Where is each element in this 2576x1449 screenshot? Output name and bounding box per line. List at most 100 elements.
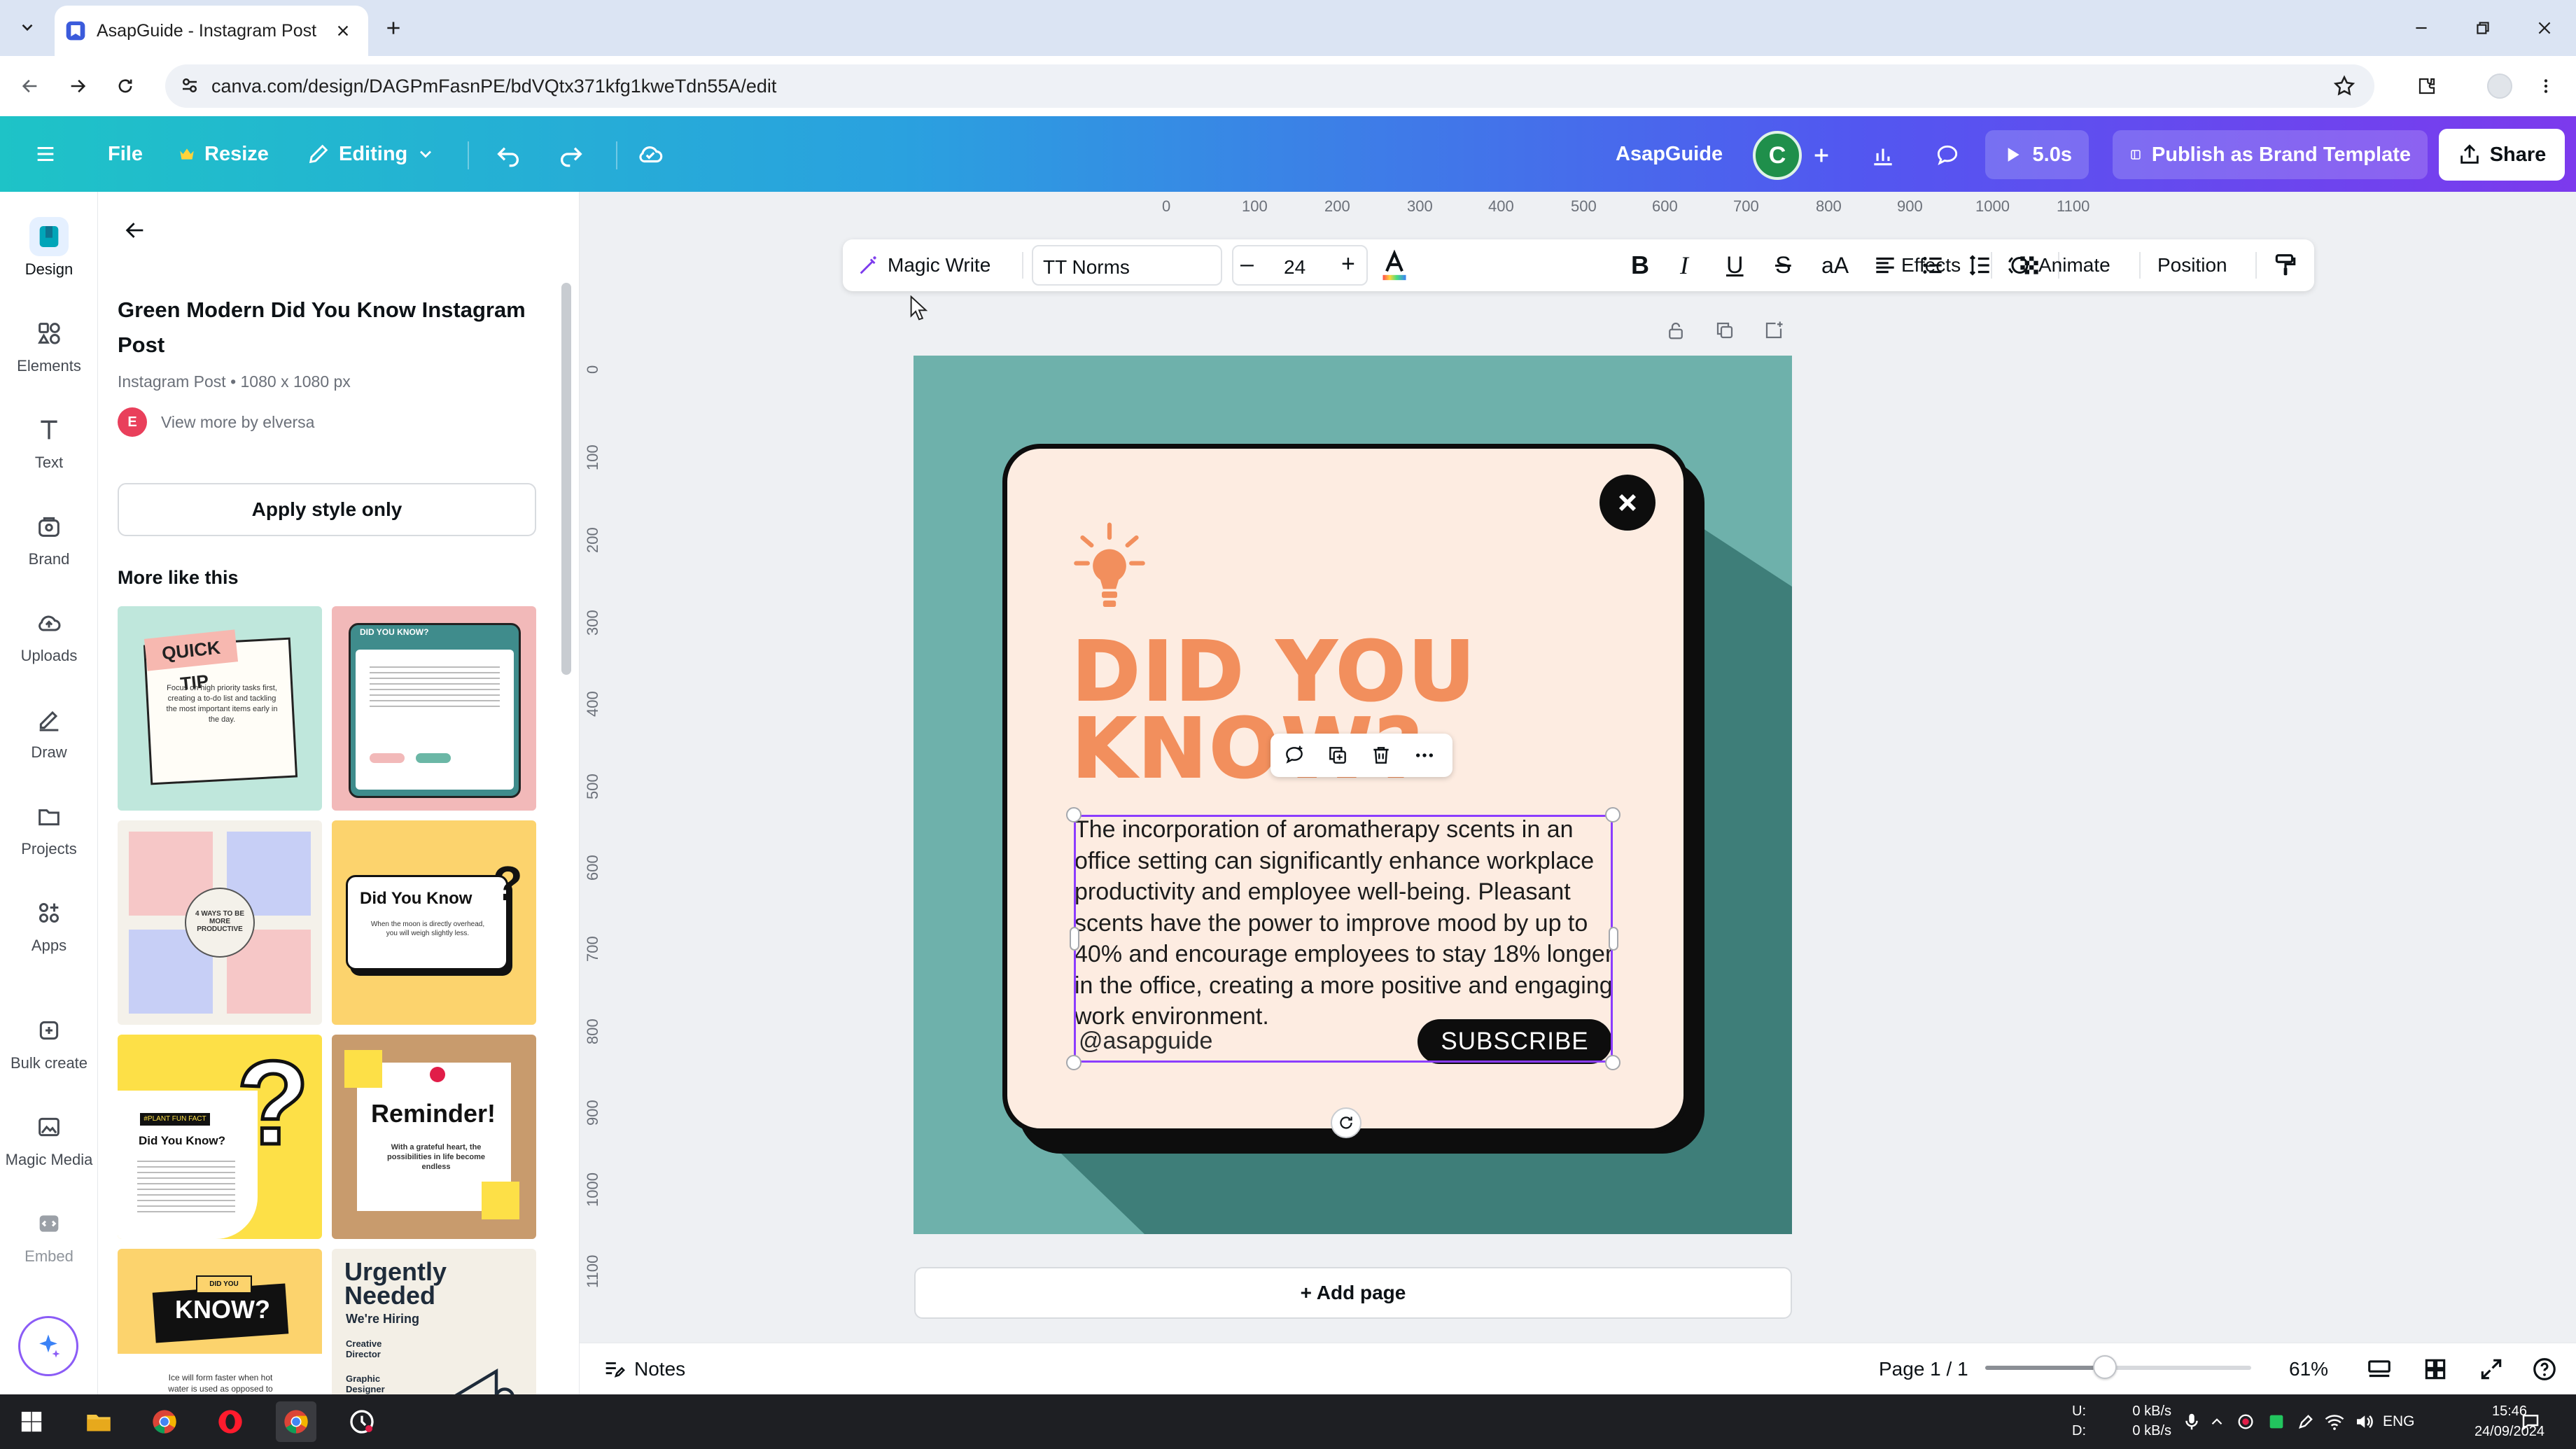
rail-item-uploads[interactable]: Uploads — [0, 603, 98, 665]
reload-icon[interactable] — [109, 70, 141, 102]
chrome-icon[interactable] — [144, 1401, 185, 1442]
main-menu-icon[interactable] — [34, 116, 66, 192]
file-menu[interactable]: File — [108, 116, 143, 192]
position-button[interactable]: Position — [2157, 239, 2227, 291]
record-tray-icon[interactable] — [2236, 1394, 2255, 1449]
volume-icon[interactable] — [2353, 1394, 2374, 1449]
copy-style-paint-roller-icon[interactable] — [2272, 239, 2299, 291]
input-language[interactable]: ENG — [2383, 1394, 2415, 1449]
app-tray-icon[interactable] — [2267, 1394, 2286, 1449]
duplicate-page-icon[interactable] — [1711, 316, 1739, 344]
windows-start-icon[interactable] — [11, 1401, 52, 1442]
canva-assistant-sparkle-icon[interactable] — [18, 1316, 78, 1376]
undo-icon[interactable] — [494, 116, 531, 192]
panel-scrollbar[interactable] — [560, 273, 571, 1393]
profile-avatar[interactable] — [2484, 70, 2516, 102]
rail-item-apps[interactable]: Apps — [0, 893, 98, 955]
screen-recorder-icon[interactable] — [342, 1401, 382, 1442]
opera-icon[interactable] — [210, 1401, 251, 1442]
text-color-icon[interactable] — [1379, 249, 1410, 283]
template-thumbnail-plant-fun-fact[interactable]: ? #PLANT FUN FACT Did You Know? — [118, 1035, 322, 1239]
fullscreen-icon[interactable] — [2478, 1343, 2505, 1395]
italic-icon[interactable]: I — [1680, 239, 1688, 291]
add-page-icon[interactable] — [1760, 316, 1788, 344]
close-tab-icon[interactable] — [329, 17, 357, 45]
rail-item-design[interactable]: Design — [0, 217, 98, 279]
text-selection-box[interactable] — [1074, 815, 1613, 1063]
font-family-select[interactable]: TT Norms — [1032, 245, 1222, 286]
site-settings-icon[interactable] — [179, 75, 200, 96]
microphone-icon[interactable] — [2181, 1394, 2202, 1449]
design-name[interactable]: AsapGuide — [1616, 116, 1723, 192]
resize-handle-left[interactable] — [1070, 927, 1079, 951]
add-page-button[interactable]: + Add page — [914, 1267, 1792, 1319]
bookmark-star-icon[interactable] — [2332, 74, 2356, 98]
template-thumbnail-reminder[interactable]: Reminder! With a grateful heart, the pos… — [332, 1035, 536, 1239]
rail-item-brand[interactable]: Brand — [0, 507, 98, 568]
rail-item-embed[interactable]: Embed — [0, 1204, 98, 1266]
back-arrow-icon[interactable] — [118, 213, 153, 248]
url-omnibox[interactable]: canva.com/design/DAGPmFasnPE/bdVQtx371kf… — [165, 64, 2374, 108]
wifi-icon[interactable] — [2324, 1394, 2345, 1449]
template-thumbnail-productive-ways[interactable]: 4 WAYS TO BE MORE PRODUCTIVE — [118, 820, 322, 1025]
rail-item-text[interactable]: Text — [0, 410, 98, 472]
zoom-slider-handle[interactable] — [2093, 1355, 2117, 1379]
font-size-stepper[interactable]: – 24 + — [1232, 245, 1368, 286]
template-thumbnail-did-you-know-tablet[interactable]: DID YOU KNOW? — [332, 606, 536, 811]
delete-trash-icon[interactable] — [1367, 741, 1395, 769]
animate-button[interactable]: Animate — [2006, 239, 2110, 291]
redo-icon[interactable] — [557, 116, 594, 192]
minimize-icon[interactable] — [2404, 13, 2439, 43]
strikethrough-icon[interactable]: S — [1775, 239, 1791, 291]
more-options-icon[interactable] — [1410, 741, 1438, 769]
comments-icon[interactable] — [1926, 134, 1968, 176]
resize-button[interactable]: Resize — [178, 116, 269, 192]
effects-button[interactable]: Effects — [1901, 239, 1961, 291]
restore-icon[interactable] — [2465, 13, 2500, 43]
notes-button[interactable]: Notes — [602, 1343, 685, 1395]
design-page[interactable]: DID YOU KNOW? The incorporation of aroma… — [913, 356, 1792, 1234]
grid-view-icon[interactable] — [2422, 1343, 2449, 1395]
magic-write-button[interactable]: Magic Write — [857, 239, 990, 291]
rail-item-draw[interactable]: Draw — [0, 700, 98, 762]
chrome-active-icon[interactable] — [276, 1401, 316, 1442]
user-avatar[interactable]: C — [1753, 131, 1802, 180]
rail-item-magic-media[interactable]: Magic Media — [0, 1107, 98, 1169]
notification-center-icon[interactable] — [2520, 1394, 2541, 1449]
rotate-handle-icon[interactable] — [1331, 1107, 1362, 1138]
help-icon[interactable] — [2531, 1343, 2558, 1395]
add-collaborator-icon[interactable] — [1800, 134, 1842, 176]
show-hidden-icons-chevron-icon[interactable] — [2208, 1394, 2226, 1449]
underline-icon[interactable]: U — [1726, 239, 1744, 291]
lock-page-icon[interactable] — [1662, 316, 1690, 344]
resize-handle-top-right[interactable] — [1605, 807, 1620, 822]
share-button[interactable]: Share — [2439, 129, 2565, 181]
template-thumbnail-quick-tip[interactable]: QUICK TIP Focus on high priority tasks f… — [118, 606, 322, 811]
new-tab-icon[interactable] — [378, 13, 409, 43]
add-comment-icon[interactable] — [1280, 741, 1308, 769]
resize-handle-bottom-left[interactable] — [1066, 1055, 1082, 1070]
template-thumbnail-did-you-know-moon[interactable]: Did You Know ? When the moon is directly… — [332, 820, 536, 1025]
extensions-icon[interactable] — [2411, 70, 2443, 102]
template-thumbnail-urgently-needed[interactable]: Urgently Needed We're Hiring Creative Di… — [332, 1249, 536, 1394]
resize-handle-top-left[interactable] — [1066, 807, 1082, 822]
duplicate-element-icon[interactable] — [1324, 741, 1352, 769]
rail-item-projects[interactable]: Projects — [0, 797, 98, 858]
template-thumbnail-ice-fact[interactable]: DID YOU KNOW? Ice will form faster when … — [118, 1249, 322, 1394]
letter-case-icon[interactable]: aA — [1821, 239, 1849, 291]
back-arrow-icon[interactable] — [14, 70, 46, 102]
publish-brand-template-button[interactable]: Publish as Brand Template — [2113, 130, 2428, 179]
resize-handle-right[interactable] — [1609, 927, 1618, 951]
increase-font-size-button[interactable]: + — [1341, 251, 1355, 278]
bold-icon[interactable]: B — [1631, 239, 1649, 291]
browser-menu-icon[interactable] — [2530, 70, 2562, 102]
editing-mode-dropdown[interactable]: Editing — [307, 116, 444, 192]
font-size-value[interactable]: 24 — [1284, 256, 1306, 279]
tab-search-icon[interactable] — [10, 10, 45, 45]
pen-tray-icon[interactable] — [2296, 1394, 2316, 1449]
zoom-level[interactable]: 61% — [2289, 1343, 2328, 1395]
rail-item-bulk-create[interactable]: Bulk create — [0, 1011, 98, 1072]
close-x-icon[interactable] — [1600, 475, 1656, 531]
page-thumbnails-icon[interactable] — [2366, 1343, 2393, 1395]
align-left-icon[interactable] — [1872, 239, 1898, 291]
